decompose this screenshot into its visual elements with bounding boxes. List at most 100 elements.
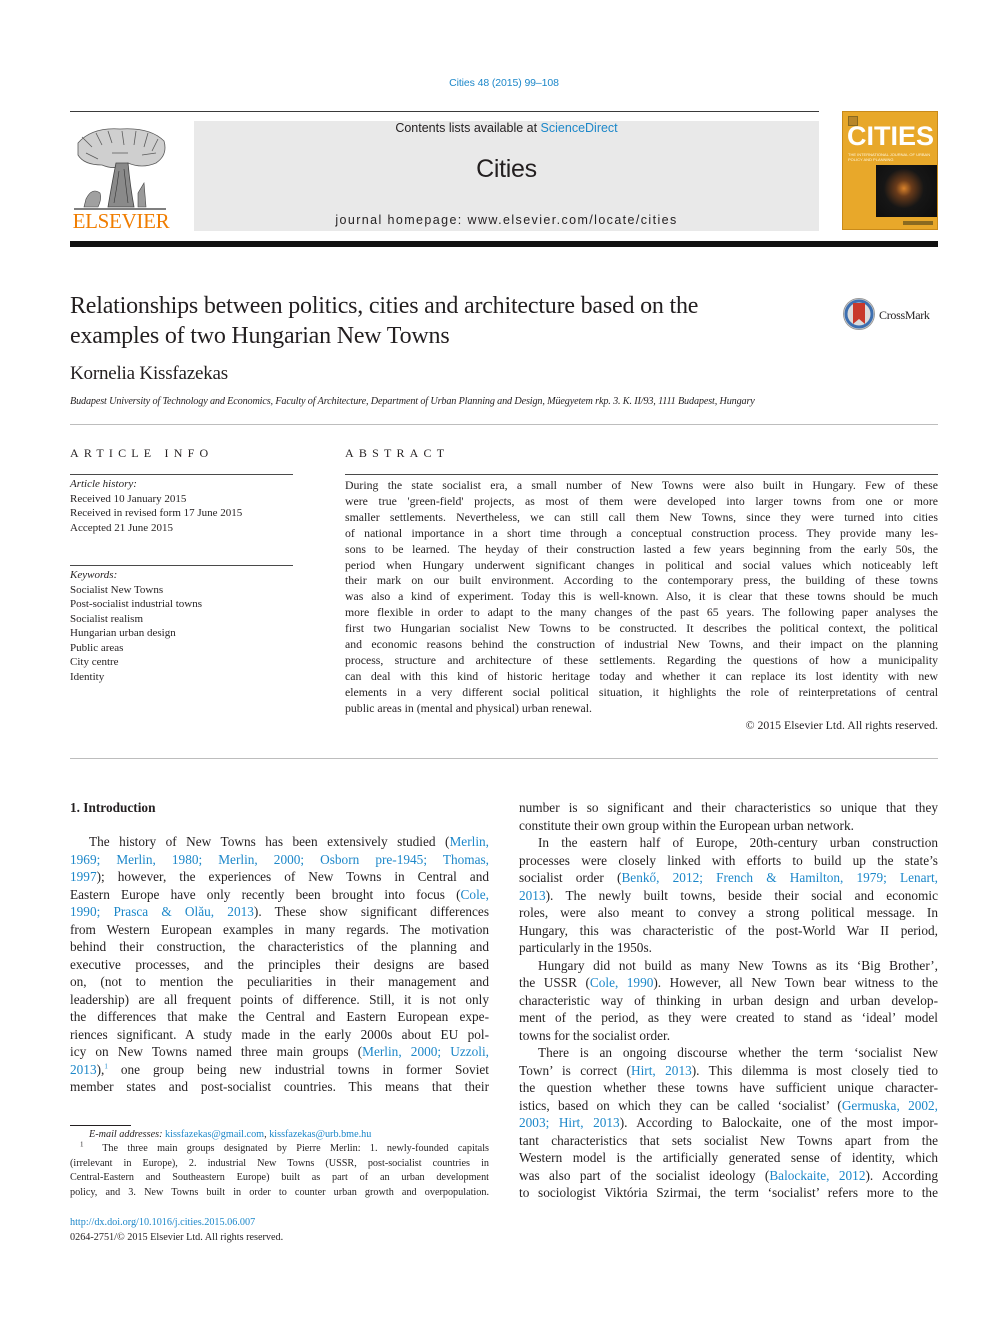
body-text: ). However, all New Town bear witness to… — [653, 975, 938, 990]
citation-link[interactable]: 2003; Hirt, 2013 — [519, 1115, 620, 1130]
keyword-item: Identity — [70, 670, 105, 683]
citation-link[interactable]: Hirt, 2013 — [631, 1063, 692, 1078]
body-text-line: 1997); however, the experiences of New T… — [70, 868, 489, 886]
body-text-line: tant characteristics that sets socialist… — [519, 1132, 938, 1150]
body-text-line: riences significant. A study made in the… — [70, 1026, 489, 1044]
body-text: to sociologist Viktória Szirmai, the ter… — [519, 1185, 938, 1200]
history-accepted: Accepted 21 June 2015 — [70, 522, 173, 535]
body-text-line: executive processes, and the principles … — [70, 956, 489, 974]
citation-link[interactable]: 1969; Merlin, 1980; Merlin, 2000; Osborn… — [70, 852, 489, 867]
keyword-item: Socialist New Towns — [70, 583, 164, 596]
body-text: Western model is the artificially genera… — [519, 1150, 938, 1165]
body-text-line: 1990; Prasca & Olău, 2013). These show s… — [70, 903, 489, 921]
body-text: There is an ongoing discourse whether th… — [538, 1045, 938, 1060]
footnote-line: policy, and 3. New Towns built in order … — [70, 1186, 489, 1198]
abstract-divider — [345, 474, 938, 475]
header-bottom-rule — [70, 241, 938, 247]
keywords-list: Keywords: Socialist New Towns Post-socia… — [70, 568, 300, 684]
history-revised: Received in revised form 17 June 2015 — [70, 507, 243, 520]
cover-footer-mark — [903, 221, 933, 225]
body-text-line: istics, based on which they can be calle… — [519, 1097, 938, 1115]
abstract-line: elements in a very different social poli… — [345, 684, 938, 699]
citation-link[interactable]: Merlin, — [449, 834, 489, 849]
body-text: member states and post-socialist countri… — [70, 1079, 489, 1094]
elsevier-wordmark: ELSEVIER — [72, 209, 170, 233]
abstract-line: process, structure and architecture of t… — [345, 652, 938, 667]
abstract-copyright: © 2015 Elsevier Ltd. All rights reserved… — [745, 718, 938, 732]
citation-link[interactable]: Cole, 1990 — [590, 975, 654, 990]
abstract-line: public areas in (mental and physical) ur… — [345, 700, 592, 715]
body-text-line: was also part of the socialist ideology … — [519, 1167, 938, 1185]
elsevier-logo[interactable]: ELSEVIER — [70, 120, 170, 234]
body-text: ); however, the experiences of New Towns… — [96, 869, 489, 884]
body-text: ). According to Balockaite, one of the m… — [619, 1115, 939, 1130]
body-text-line: Eastern Europe have only recently been b… — [70, 886, 489, 904]
body-left-column: The history of New Towns has been extens… — [70, 833, 489, 1096]
body-text-line: 1969; Merlin, 1980; Merlin, 2000; Osborn… — [70, 851, 489, 869]
keyword-item: Socialist realism — [70, 612, 144, 625]
body-text: was also part of the socialist ideology … — [519, 1167, 770, 1183]
body-text: the differences that make the Central an… — [70, 1009, 489, 1024]
email-link[interactable]: kissfazekas@urb.bme.hu — [269, 1129, 371, 1140]
body-text-line: behind their construction, the character… — [70, 938, 489, 956]
body-text: The history of New Towns has been extens… — [89, 834, 450, 849]
article-title-line: Relationships between politics, cities a… — [70, 293, 699, 319]
citation-link[interactable]: 2013 — [70, 1062, 97, 1077]
body-text: riences significant. A study made in the… — [70, 1026, 489, 1042]
journal-reference-link[interactable]: Cities 48 (2015) 99–108 — [0, 77, 992, 89]
cover-night-map-image — [876, 165, 937, 217]
email-footnote: E-mail addresses: kissfazekas@gmail.com,… — [70, 1128, 489, 1142]
body-text: Eastern Europe have only recently been b… — [70, 886, 461, 902]
crossmark-icon — [843, 298, 875, 330]
body-text-line: the USSR (Cole, 1990). However, all New … — [519, 974, 938, 992]
body-text-line: In the eastern half of Europe, 20th-cent… — [519, 834, 938, 852]
keyword-item: Public areas — [70, 641, 124, 654]
journal-header-box: Contents lists available at ScienceDirec… — [194, 121, 819, 231]
body-text: the question whether these towns have su… — [519, 1080, 938, 1095]
citation-link[interactable]: Benkő, 2012; French & Hamilton, 1979; Le… — [621, 870, 938, 885]
citation-link[interactable]: 1990; Prasca & Olău, 2013 — [70, 904, 254, 919]
email-label: E-mail addresses: — [89, 1129, 163, 1140]
journal-homepage-link[interactable]: journal homepage: www.elsevier.com/locat… — [194, 213, 819, 227]
body-text-line: 2003; Hirt, 2013). According to Balockai… — [519, 1114, 938, 1132]
issn-copyright: 0264-2751/© 2015 Elsevier Ltd. All right… — [70, 1231, 284, 1243]
abstract-line: their mark on our built environment. Acc… — [345, 573, 938, 588]
citation-link[interactable]: Merlin, 2000; Uzzoli, — [362, 1044, 489, 1059]
citation-link[interactable]: 2013 — [519, 888, 546, 903]
footnote-number: 1 — [80, 1141, 84, 1150]
abstract-line: and economic reasons behind the construc… — [345, 637, 938, 652]
email-link[interactable]: kissfazekas@gmail.com — [165, 1129, 264, 1140]
abstract-heading: ABSTRACT — [345, 446, 450, 460]
body-text-line: roles, were also meant to convey a stron… — [519, 904, 938, 922]
body-text: In the eastern half of Europe, 20th-cent… — [538, 835, 938, 850]
body-text: the USSR ( — [519, 975, 590, 990]
article-title-line: examples of two Hungarian New Towns — [70, 323, 450, 349]
crossmark-button[interactable]: CrossMark — [842, 297, 942, 333]
citation-link[interactable]: Cole, — [461, 887, 489, 902]
body-text: leadership) are all frequent points of d… — [70, 991, 489, 1007]
body-text-line: Hungary did not build as many New Towns … — [519, 957, 938, 975]
journal-cover-image[interactable]: CITIES THE INTERNATIONAL JOURNAL OF URBA… — [842, 111, 938, 230]
sciencedirect-link[interactable]: ScienceDirect — [541, 121, 618, 135]
citation-link[interactable]: Germuska, 2002, — [842, 1098, 938, 1113]
article-history-label: Article history: — [70, 478, 137, 490]
body-text-line: Hungary, this was characteristic of the … — [519, 922, 938, 940]
article-title: Relationships between politics, cities a… — [70, 291, 830, 351]
body-text: Town’ is correct ( — [519, 1062, 631, 1078]
body-right-column: number is so significant and their chara… — [519, 799, 938, 1202]
keyword-item: City centre — [70, 656, 119, 668]
body-text-line: characteristic way of thinking in urban … — [519, 992, 938, 1010]
article-history: Article history: Received 10 January 201… — [70, 477, 300, 536]
citation-link[interactable]: 1997 — [70, 869, 97, 884]
body-text-line: icy on New Towns named three main groups… — [70, 1043, 489, 1061]
body-text: particularly in the 1950s. — [519, 940, 652, 955]
footnotes: E-mail addresses: kissfazekas@gmail.com,… — [70, 1128, 489, 1200]
body-text: behind their construction, the character… — [70, 939, 489, 954]
body-text: ). The newly built towns, beside their s… — [545, 887, 938, 903]
body-text: Hungary did not build as many New Towns … — [538, 957, 938, 973]
contents-available-line: Contents lists available at ScienceDirec… — [194, 121, 819, 135]
body-text: roles, were also meant to convey a stron… — [519, 905, 938, 920]
body-text-line: the differences that make the Central an… — [70, 1008, 489, 1026]
citation-link[interactable]: Balockaite, 2012 — [769, 1168, 865, 1183]
doi-link[interactable]: http://dx.doi.org/10.1016/j.cities.2015.… — [70, 1216, 489, 1231]
